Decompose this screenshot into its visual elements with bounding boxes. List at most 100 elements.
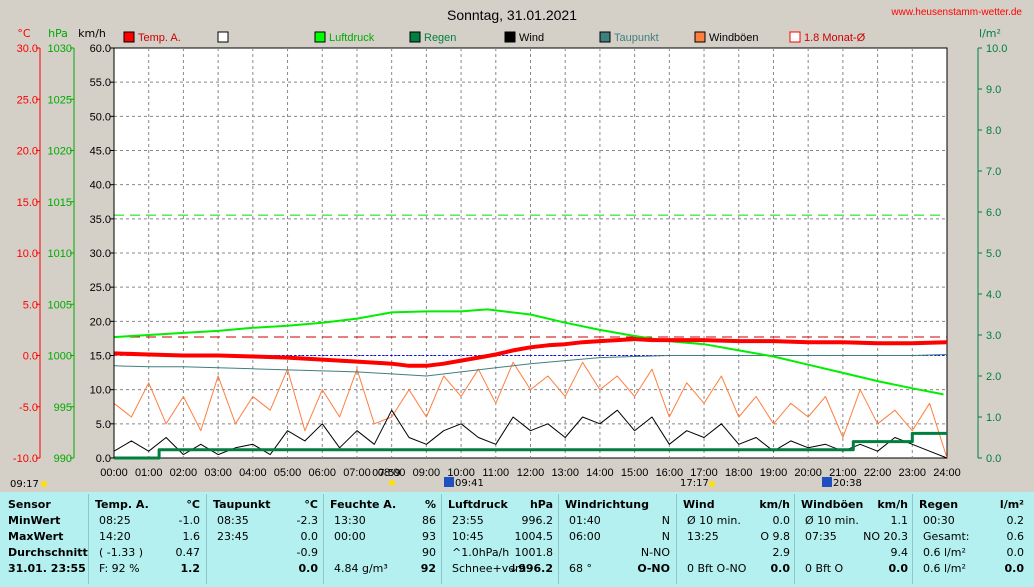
table-cell-detail: 23:55 bbox=[452, 514, 484, 527]
table-header-unit: °C bbox=[304, 498, 318, 511]
data-point bbox=[790, 403, 791, 404]
moonset-icon bbox=[822, 477, 832, 487]
table-cell-detail: Ø 10 min. bbox=[805, 514, 859, 527]
wind-tick-label: 10.0 bbox=[90, 385, 111, 397]
weather-chart: 30.0 25.0 20.0 15.0 10.0 5.0 0.0 -5.0 -10.0 1030 1… bbox=[0, 0, 1034, 492]
data-point bbox=[218, 375, 219, 376]
wind-tick-label: 0.0 bbox=[96, 453, 111, 465]
data-point bbox=[408, 437, 409, 438]
x-tick-label: 19:00 bbox=[760, 467, 788, 479]
website-link[interactable]: www.heusenstamm-wetter.de bbox=[890, 7, 1022, 18]
data-point bbox=[495, 354, 496, 355]
table-cell-value: 996.2 bbox=[521, 514, 554, 527]
data-point bbox=[304, 430, 305, 431]
data-point bbox=[773, 341, 774, 342]
data-point bbox=[651, 340, 652, 341]
legend-swatch bbox=[789, 31, 801, 43]
wind-tick-label: 20.0 bbox=[90, 316, 111, 328]
pressure-tick-label: 995 bbox=[54, 402, 72, 414]
data-point bbox=[738, 341, 739, 342]
data-point bbox=[808, 342, 809, 343]
table-header-wind: Wind bbox=[683, 498, 715, 511]
data-point bbox=[842, 449, 843, 450]
table-header-temp: Temp. A. bbox=[95, 498, 149, 511]
temp-tick-label: 5.0 bbox=[23, 299, 38, 311]
data-point bbox=[356, 430, 357, 431]
table-cell-detail: 0.6 l/m² bbox=[923, 562, 966, 575]
data-point bbox=[218, 454, 219, 455]
data-point bbox=[547, 375, 548, 376]
data-point bbox=[252, 396, 253, 397]
col-divider bbox=[558, 494, 559, 584]
table-cell-value: 0.0 bbox=[888, 562, 909, 575]
table-header-dir: Windrichtung bbox=[565, 498, 649, 511]
data-point bbox=[304, 440, 305, 441]
data-point bbox=[808, 447, 809, 448]
table-header-gust: Windböen bbox=[801, 498, 864, 511]
pressure-tick-label: 1030 bbox=[48, 43, 72, 55]
temp-tick-label: 0.0 bbox=[23, 351, 38, 363]
col-divider bbox=[794, 494, 795, 584]
data-point bbox=[513, 362, 514, 363]
pressure-tick-label: 1020 bbox=[48, 146, 72, 158]
data-point bbox=[235, 423, 236, 424]
data-point bbox=[599, 329, 600, 330]
temp-tick-label: 15.0 bbox=[17, 197, 38, 209]
data-point bbox=[582, 416, 583, 417]
data-point bbox=[183, 454, 184, 455]
data-point bbox=[825, 444, 826, 445]
table-cell-value: ↓996.2 bbox=[508, 562, 553, 575]
data-point bbox=[912, 444, 913, 445]
temp-tick-label: 10.0 bbox=[17, 248, 38, 260]
table-row-label: MinWert bbox=[8, 514, 61, 527]
table-cell-value: O-NO bbox=[637, 562, 670, 575]
table-cell-value: 93 bbox=[422, 530, 436, 543]
data-point bbox=[356, 318, 357, 319]
x-tick-label: 23:00 bbox=[899, 467, 927, 479]
data-point bbox=[460, 360, 461, 361]
data-point bbox=[894, 441, 895, 442]
wind-tick-label: 15.0 bbox=[90, 351, 111, 363]
data-point bbox=[669, 355, 670, 356]
rain-tick-label: 1.0 bbox=[986, 412, 1001, 424]
data-point bbox=[738, 444, 739, 445]
col-divider bbox=[88, 494, 89, 584]
data-point bbox=[408, 365, 409, 366]
data-point bbox=[547, 423, 548, 424]
table-cell-detail: 10:45 bbox=[452, 530, 484, 543]
data-point bbox=[929, 403, 930, 404]
data-point bbox=[808, 355, 809, 356]
data-point bbox=[495, 367, 496, 368]
data-point bbox=[339, 416, 340, 417]
table-row-label: 31.01. 23:55 bbox=[8, 562, 86, 575]
data-point bbox=[391, 312, 392, 313]
temp-tick-label: -10.0 bbox=[13, 453, 38, 465]
data-point bbox=[756, 396, 757, 397]
x-tick-label: 11:00 bbox=[482, 467, 509, 479]
table-header-unit: °C bbox=[186, 498, 200, 511]
x-tick-label: 16:00 bbox=[656, 467, 684, 479]
col-divider bbox=[206, 494, 207, 584]
x-tick-label: 05:00 bbox=[274, 467, 302, 479]
table-header-unit: hPa bbox=[529, 498, 553, 511]
table-cell-value: 92 bbox=[420, 562, 436, 575]
data-point bbox=[738, 355, 739, 356]
data-point bbox=[686, 430, 687, 431]
table-cell-detail: 07:35 bbox=[805, 530, 837, 543]
data-point bbox=[408, 389, 409, 390]
data-point bbox=[634, 339, 635, 340]
table-cell-value: 90 bbox=[422, 546, 436, 559]
wind-tick-label: 50.0 bbox=[90, 111, 111, 123]
data-point bbox=[943, 394, 944, 395]
table-cell-value: 86 bbox=[422, 514, 436, 527]
pressure-tick-label: 1010 bbox=[48, 248, 72, 260]
data-point bbox=[773, 423, 774, 424]
wind-tick-label: 45.0 bbox=[90, 146, 111, 158]
data-point bbox=[946, 354, 947, 355]
data-point bbox=[460, 371, 461, 372]
data-point bbox=[155, 457, 156, 458]
data-point bbox=[946, 342, 947, 343]
data-point bbox=[478, 437, 479, 438]
table-cell-detail: 01:40 bbox=[569, 514, 601, 527]
data-point bbox=[391, 373, 392, 374]
